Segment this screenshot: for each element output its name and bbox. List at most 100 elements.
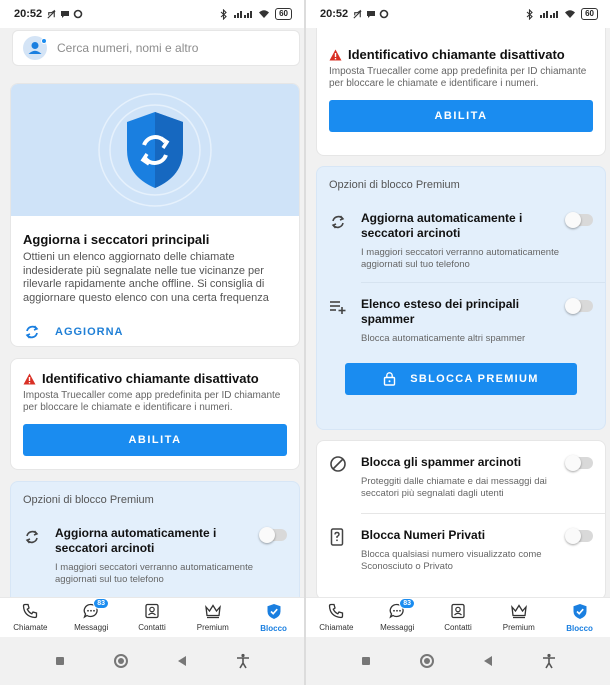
search-bar[interactable]: Cerca numeri, nomi e altro [12,30,300,66]
warning-icon [329,49,342,60]
nav-item-calls[interactable]: Chiamate [306,598,367,637]
accessibility-icon[interactable] [235,653,251,669]
bottom-navigation: Chiamate 83 Messaggi Contatti Premium Bl… [0,597,304,637]
contacts-icon [145,603,159,619]
status-time: 20:52 [320,8,349,20]
lock-icon [384,372,396,386]
block-options-card: Blocca gli spammer arcinoti Proteggiti d… [316,440,606,597]
circle-status-icon [73,9,83,19]
premium-section-title: Opzioni di blocco Premium [23,494,154,506]
block-spammers-toggle[interactable] [565,455,593,471]
back-icon[interactable] [176,655,188,667]
enable-button[interactable]: ABILITA [329,100,593,132]
search-input[interactable]: Cerca numeri, nomi e altro [57,41,198,55]
battery-indicator: 60 [581,8,598,20]
update-spammers-card: Aggiorna i seccatori principali Ottieni … [10,83,300,347]
system-navigation-bar [306,637,610,685]
accessibility-icon[interactable] [541,653,557,669]
notification-dot [41,38,47,44]
block-option-description: Blocca qualsiasi numero visualizzato com… [361,549,542,572]
home-icon[interactable] [419,653,435,669]
sync-icon [331,215,345,229]
nav-label: Contatti [444,623,472,632]
status-right: 60 [526,8,598,20]
chat-status-icon [367,11,376,18]
signal-icon [234,11,253,18]
system-navigation-bar [0,637,304,685]
caller-id-heading: Identificativo chiamante disattivato [23,371,287,386]
nav-item-messages[interactable]: 83 Messaggi [367,598,428,637]
premium-options-card: Opzioni di blocco Premium Aggiorna autom… [10,481,300,597]
caller-id-heading: Identificativo chiamante disattivato [329,47,593,62]
nav-item-premium[interactable]: Premium [182,598,243,637]
recents-icon[interactable] [54,655,66,667]
nav-item-calls[interactable]: Chiamate [0,598,61,637]
status-bar: 20:52 60 [0,0,304,28]
unlock-premium-label: SBLOCCA PREMIUM [410,372,539,385]
status-icons [352,9,389,20]
unread-badge: 83 [93,598,109,609]
update-title: Aggiorna i seccatori principali [23,232,210,247]
nav-label: Premium [502,623,535,632]
bluetooth-icon [220,8,227,20]
unread-badge: 83 [399,598,415,609]
nav-label: Messaggi [380,623,415,632]
nav-label: Messaggi [74,623,109,632]
premium-option-row[interactable]: Elenco esteso dei principali spammer Blo… [317,297,605,363]
circle-status-icon [379,9,389,19]
update-description: Ottieni un elenco aggiornato delle chiam… [23,251,269,304]
block-tab-content-scrolled[interactable]: Identificativo chiamante disattivato Imp… [306,28,610,597]
block-option-row[interactable]: Blocca gli spammer arcinoti Proteggiti d… [317,455,605,513]
battery-indicator: 60 [275,8,292,20]
premium-section-title: Opzioni di blocco Premium [329,179,460,191]
nav-item-block[interactable]: Blocco [243,598,304,637]
premium-options-card: Opzioni di blocco Premium Aggiorna autom… [316,166,606,430]
block-private-toggle[interactable] [565,528,593,544]
status-right: 60 [220,8,292,20]
enable-button[interactable]: ABILITA [23,424,287,456]
nav-label: Premium [196,623,229,632]
extended-list-toggle[interactable] [565,298,593,314]
block-tab-content[interactable]: Cerca numeri, nomi e altro Aggiorna i se… [0,28,304,597]
bluetooth-icon [526,8,533,20]
nav-item-premium[interactable]: Premium [488,598,549,637]
divider [361,282,605,283]
shield-sync-illustration [98,93,212,207]
premium-option-row[interactable]: Aggiorna automaticamente i seccatori arc… [11,526,299,585]
mute-icon [47,9,56,19]
nav-item-block[interactable]: Blocco [549,598,610,637]
premium-option-row[interactable]: Aggiorna automaticamente i seccatori arc… [317,211,605,282]
caller-id-card: Identificativo chiamante disattivato Imp… [316,28,606,156]
wifi-icon [259,10,270,18]
unlock-premium-button[interactable]: SBLOCCA PREMIUM [345,362,577,395]
status-icons [46,9,83,20]
update-button-label: AGGIORNA [55,326,124,338]
update-button[interactable]: AGGIORNA [23,323,287,341]
status-time: 20:52 [14,8,43,20]
auto-update-toggle[interactable] [565,212,593,228]
home-icon[interactable] [113,653,129,669]
avatar[interactable] [23,36,47,60]
phone-icon [23,603,38,619]
back-icon[interactable] [482,655,494,667]
caller-id-description: Imposta Truecaller come app predefinita … [23,390,281,413]
nav-item-messages[interactable]: 83 Messaggi [61,598,122,637]
premium-option-description: Blocca automaticamente altri spammer [361,333,526,344]
signal-icon [540,11,559,18]
nav-item-contacts[interactable]: Contatti [122,598,183,637]
block-option-row[interactable]: Blocca Numeri Privati Blocca qualsiasi n… [317,528,605,586]
crown-icon [510,604,527,619]
premium-option-description: I maggiori seccatori verranno automatica… [361,247,560,270]
nav-label: Chiamate [319,623,354,632]
caller-id-title: Identificativo chiamante disattivato [348,47,565,62]
status-bar: 20:52 60 [306,0,610,28]
block-icon [330,456,346,472]
auto-update-toggle[interactable] [259,527,287,543]
contacts-icon [451,603,465,619]
nav-item-contacts[interactable]: Contatti [428,598,489,637]
private-number-icon [330,528,344,546]
sync-icon [25,325,39,339]
premium-option-description: I maggiori seccatori verranno automatica… [55,562,254,585]
recents-icon[interactable] [360,655,372,667]
warning-icon [23,373,36,384]
